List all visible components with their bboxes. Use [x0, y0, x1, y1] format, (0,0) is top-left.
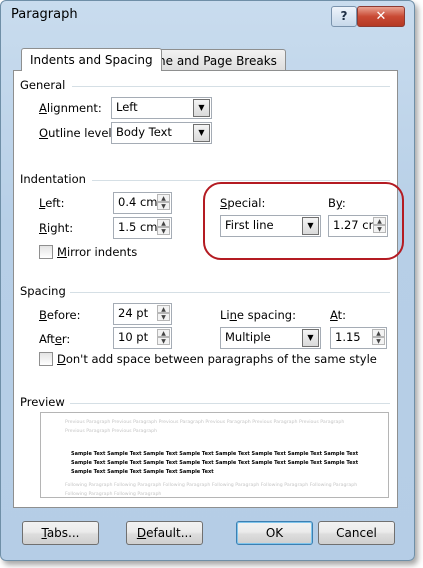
mirror-indents-checkbox[interactable]	[39, 245, 53, 259]
dont-add-space-label: Don't add space between paragraphs of th…	[57, 352, 377, 366]
preview-sample-text: Sample Text Sample Text Sample Text Samp…	[71, 451, 359, 475]
preview-following-paragraph: Following Paragraph Following Paragraph …	[65, 483, 358, 497]
left-indent-value: 0.4 cm	[118, 195, 158, 209]
spin-down-icon[interactable]: ▼	[157, 313, 170, 321]
spin-down-icon[interactable]: ▼	[157, 202, 170, 210]
spin-up-icon[interactable]: ▲	[157, 305, 170, 313]
chevron-down-icon[interactable]: ▼	[193, 124, 210, 142]
right-indent-label: Right:	[39, 221, 74, 235]
tabs-button[interactable]: Tabs...	[22, 521, 99, 545]
before-value: 24 pt	[118, 306, 149, 320]
before-spinner[interactable]: 24 pt ▲ ▼	[113, 303, 172, 325]
at-value: 1.15	[335, 330, 361, 344]
at-label: At:	[330, 308, 347, 322]
after-label: After:	[39, 332, 71, 346]
chevron-down-icon[interactable]: ▼	[302, 329, 319, 347]
alignment-select[interactable]: Left ▼	[111, 97, 212, 119]
close-button[interactable]: ✕	[357, 6, 405, 27]
right-indent-value: 1.5 cm	[118, 220, 158, 234]
preview-previous-paragraph: Previous Paragraph Previous Paragraph Pr…	[65, 420, 345, 434]
after-spinner[interactable]: 10 pt ▲ ▼	[113, 327, 172, 349]
title-bar[interactable]: Paragraph ? ✕	[1, 1, 414, 29]
spin-down-icon[interactable]: ▼	[157, 227, 170, 235]
line-spacing-value: Multiple	[225, 330, 271, 344]
outline-level-label: Outline level:	[39, 126, 116, 140]
mirror-indents-label: Mirror indents	[57, 245, 138, 259]
spin-up-icon[interactable]: ▲	[157, 194, 170, 202]
dont-add-space-checkbox[interactable]	[39, 352, 53, 366]
spin-up-icon[interactable]: ▲	[157, 219, 170, 227]
spin-down-icon[interactable]: ▼	[157, 337, 170, 345]
preview-divider	[70, 403, 390, 404]
indentation-heading: Indentation	[20, 172, 86, 186]
preview-heading: Preview	[20, 395, 65, 409]
spacing-divider	[70, 292, 390, 293]
before-label: Before:	[39, 308, 81, 322]
spin-down-icon[interactable]: ▼	[372, 337, 385, 345]
general-divider	[72, 86, 390, 87]
ok-button[interactable]: OK	[236, 521, 313, 545]
alignment-value: Left	[116, 100, 138, 114]
tab-indents-and-spacing[interactable]: Indents and Spacing	[21, 48, 162, 71]
outline-level-value: Body Text	[116, 125, 172, 139]
dialog-title: Paragraph	[11, 7, 78, 22]
preview-box: Previous Paragraph Previous Paragraph Pr…	[40, 412, 389, 498]
spin-up-icon[interactable]: ▲	[157, 329, 170, 337]
default-button[interactable]: Default...	[126, 521, 203, 545]
left-indent-label: Left:	[39, 196, 65, 210]
left-indent-spinner[interactable]: 0.4 cm ▲ ▼	[113, 192, 172, 214]
line-spacing-label: Line spacing:	[220, 308, 296, 322]
indentation-divider	[92, 180, 390, 181]
outline-level-select[interactable]: Body Text ▼	[111, 122, 212, 144]
annotation-highlight	[203, 182, 404, 260]
line-spacing-select[interactable]: Multiple ▼	[220, 327, 321, 349]
at-spinner[interactable]: 1.15 ▲ ▼	[330, 327, 387, 349]
help-button[interactable]: ?	[331, 6, 357, 27]
cancel-button[interactable]: Cancel	[318, 521, 395, 545]
chevron-down-icon[interactable]: ▼	[193, 99, 210, 117]
spacing-heading: Spacing	[20, 284, 66, 298]
general-heading: General	[20, 78, 66, 92]
spin-up-icon[interactable]: ▲	[372, 329, 385, 337]
alignment-label: Alignment:	[39, 101, 102, 115]
after-value: 10 pt	[118, 330, 149, 344]
right-indent-spinner[interactable]: 1.5 cm ▲ ▼	[113, 217, 172, 239]
